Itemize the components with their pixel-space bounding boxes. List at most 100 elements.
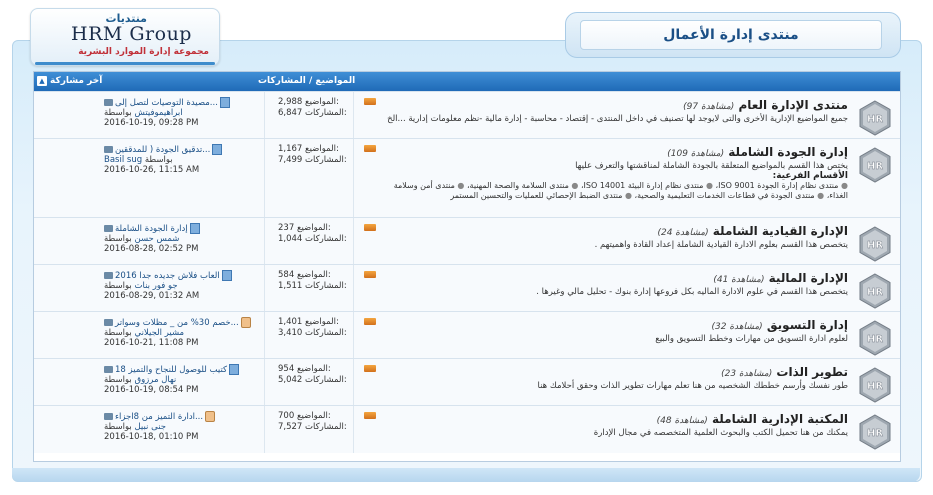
- column-divider: [264, 218, 265, 265]
- rss-feed-icon[interactable]: [364, 224, 376, 231]
- forum-title-link[interactable]: المكتبة الإدارية الشاملة: [712, 412, 848, 426]
- frame-bottom-edge: [12, 468, 920, 482]
- go-to-last-post-icon[interactable]: [104, 225, 113, 232]
- rss-feed-icon[interactable]: [364, 145, 376, 152]
- forum-row: HR (32 مشاهدة) إدارة التسويق لعلوم ادارة ا…: [34, 311, 900, 359]
- last-post-by-label: بواسطة: [104, 234, 132, 244]
- document-icon: [189, 223, 200, 234]
- topics-label: المواضيع:: [305, 144, 339, 154]
- go-to-last-post-icon[interactable]: [104, 413, 113, 420]
- posts-count: 7,499: [278, 155, 303, 165]
- forum-views: (24 مشاهدة): [657, 228, 709, 238]
- forum-title[interactable]: (41 مشاهدة) الإدارة المالية: [709, 271, 848, 285]
- document-icon: [229, 364, 240, 375]
- page-title[interactable]: منتدى إدارة الأعمال: [580, 20, 882, 50]
- svg-text:HR: HR: [867, 381, 883, 392]
- rss-feed-icon[interactable]: [364, 318, 376, 325]
- forum-title-link[interactable]: الإدارة المالية: [769, 271, 848, 285]
- last-post: ادارة التميز من 8اجزاء... جنى نبيل بواسطة…: [104, 411, 254, 442]
- last-post-user-link[interactable]: Basil sug: [104, 155, 142, 165]
- forum-row: HR (97 مشاهدة) منتدى الإدارة العام جميع ال…: [34, 91, 900, 139]
- subforum-link[interactable]: منتدى نظام إدارة البيئة ISO 14001: [584, 181, 704, 190]
- last-post-topic-link[interactable]: تدقيق الجودة ( للمدققين...: [115, 145, 210, 155]
- site-logo[interactable]: منتديات HRM Group مجموعة إدارة الموارد ا…: [30, 8, 220, 66]
- forum-row: HR (48 مشاهدة) المكتبة الإدارية الشاملة يم…: [34, 405, 900, 453]
- forum-title[interactable]: (48 مشاهدة) المكتبة الإدارية الشاملة: [653, 412, 848, 426]
- posts-label: المشاركات:: [305, 108, 347, 118]
- forum-title-link[interactable]: منتدى الإدارة العام: [738, 98, 848, 112]
- posts-label: المشاركات:: [305, 281, 347, 291]
- last-post-date: 2016-08-29, 01:32 AM: [104, 291, 200, 301]
- forum-status-icon: HR: [859, 367, 891, 403]
- svg-text:HR: HR: [867, 287, 883, 298]
- last-post-by-label: بواسطة: [144, 155, 173, 165]
- subforum-bullet-icon: ●: [622, 191, 632, 200]
- header-last-post: آخر مشاركة: [50, 76, 103, 86]
- forum-title[interactable]: (23 مشاهدة) تطوير الذات: [717, 365, 848, 379]
- forum-description: يختص هذا القسم بالمواضيع المتعلقة بالجود…: [575, 161, 848, 171]
- posts-count: 5,042: [278, 375, 303, 385]
- svg-text:HR: HR: [867, 161, 883, 172]
- subforum-link[interactable]: منتدى الجودة في قطاعات الخدمات التعليمية…: [637, 191, 815, 200]
- forum-status-icon: HR: [859, 100, 891, 136]
- go-to-last-post-icon[interactable]: [104, 272, 113, 279]
- column-divider: [264, 406, 265, 453]
- subforum-bullet-icon: ●: [838, 181, 848, 190]
- subforum-link[interactable]: منتدى نظام إدارة الجودة ISO 9001: [718, 181, 838, 190]
- last-post-user-link[interactable]: شمس حسن: [134, 234, 179, 244]
- last-post-user-link[interactable]: ابراهيموفيتش: [134, 108, 182, 118]
- subforum-link[interactable]: منتدى السلامة والصحة المهنية: [470, 181, 569, 190]
- thumbs-up-icon: [205, 411, 216, 422]
- forum-title-link[interactable]: إدارة التسويق: [767, 318, 848, 332]
- forum-title-link[interactable]: إدارة الجودة الشاملة: [728, 145, 848, 159]
- forum-description-block: طور نفسك وأرسم خططك الشخصيه من هنا تعلم …: [378, 381, 848, 391]
- posts-count: 1,044: [278, 234, 303, 244]
- column-divider: [353, 92, 354, 139]
- thumbs-up-icon: [240, 317, 251, 328]
- last-post-user-link[interactable]: جو فور بنات: [134, 281, 177, 291]
- forum-views: (48 مشاهدة): [656, 416, 708, 426]
- subforum-bullet-icon: ●: [814, 191, 825, 200]
- forum-title[interactable]: (97 مشاهدة) منتدى الإدارة العام: [679, 98, 848, 112]
- last-post-user-link[interactable]: نهال مرزوق: [134, 375, 176, 385]
- forum-title[interactable]: (32 مشاهدة) إدارة التسويق: [708, 318, 848, 332]
- go-to-last-post-icon[interactable]: [104, 366, 113, 373]
- subforum-link[interactable]: منتدى الضبط الإحصائي للعمليات والتحسين ا…: [450, 191, 622, 200]
- rss-feed-icon[interactable]: [364, 271, 376, 278]
- forum-title[interactable]: (24 مشاهدة) الإدارة القيادية الشاملة: [653, 224, 848, 238]
- forum-views: (97 مشاهدة): [683, 102, 735, 112]
- forum-title[interactable]: (109 مشاهدة) إدارة الجودة الشاملة: [663, 145, 848, 159]
- column-divider: [264, 92, 265, 139]
- rss-feed-icon[interactable]: [364, 98, 376, 105]
- posts-count: 1,511: [278, 281, 303, 291]
- last-post-user-link[interactable]: مشير الجيلاني: [134, 328, 184, 338]
- forum-title-link[interactable]: الإدارة القيادية الشاملة: [713, 224, 848, 238]
- forum-description: يتخصص هذا القسم بعلوم الادارة القيادية ا…: [594, 240, 848, 250]
- column-divider: [353, 312, 354, 359]
- forum-status-icon: HR: [859, 147, 891, 183]
- posts-count: 7,527: [278, 422, 303, 432]
- last-post-by-label: بواسطة: [104, 375, 132, 385]
- forum-description-block: جميع المواضيع الإدارية الأخرى والتى لايو…: [378, 114, 848, 124]
- last-post-user-link[interactable]: جنى نبيل: [134, 422, 166, 432]
- last-post-topic-link[interactable]: مصيدة التوصيات لتصل إلى...: [115, 98, 218, 108]
- last-post-topic-link[interactable]: إدارة الجودة الشاملة: [115, 224, 188, 234]
- forum-status-icon: HR: [859, 414, 891, 450]
- last-post-topic-link[interactable]: 18 كتيب للوصول للنجاح والتميز: [115, 365, 227, 375]
- last-post-topic-link[interactable]: ادارة التميز من 8اجزاء...: [115, 412, 203, 422]
- collapse-icon[interactable]: ▲: [37, 76, 47, 86]
- rss-feed-icon[interactable]: [364, 412, 376, 419]
- last-post-topic-link[interactable]: العاب فلاش جديده جدا 2016: [115, 271, 220, 281]
- rss-feed-icon[interactable]: [364, 365, 376, 372]
- go-to-last-post-icon[interactable]: [104, 99, 113, 106]
- topics-count: 700: [278, 411, 295, 421]
- svg-text:HR: HR: [867, 240, 883, 251]
- last-post-topic-link[interactable]: خصم 30% من _ مظلات وسواتر...: [115, 318, 239, 328]
- forum-title-link[interactable]: تطوير الذات: [776, 365, 848, 379]
- go-to-last-post-icon[interactable]: [104, 319, 113, 326]
- forum-stats: 700 المواضيع: 7,527 المشاركات:: [278, 411, 347, 433]
- page-title-box: منتدى إدارة الأعمال: [565, 12, 901, 58]
- go-to-last-post-icon[interactable]: [104, 146, 113, 153]
- last-post-date: 2016-10-19, 08:54 PM: [104, 385, 199, 395]
- last-post-date: 2016-08-28, 02:52 PM: [104, 244, 199, 254]
